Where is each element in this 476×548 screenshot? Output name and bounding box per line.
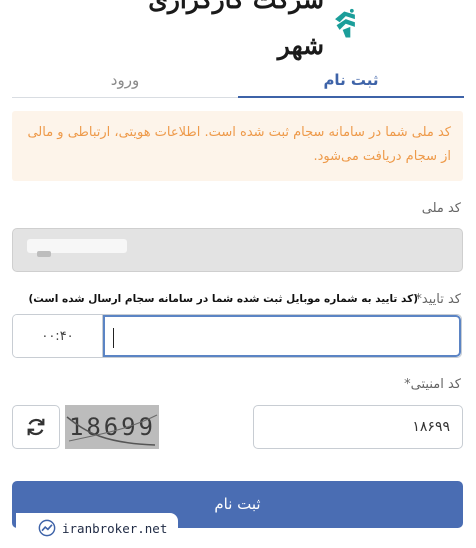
iranbroker-watermark: iranbroker.net: [16, 513, 178, 543]
national-id-label: کد ملی: [421, 201, 461, 216]
tab-signup[interactable]: ثبت نام: [238, 66, 464, 98]
captcha-refresh-button[interactable]: [12, 405, 60, 449]
notice-line-1: کد ملی شما در سامانه سجام ثبت شده است. ا…: [27, 125, 451, 140]
shahr-logo-mark-icon: [335, 8, 355, 38]
captcha-label-text: کد امنیتی: [410, 377, 461, 392]
chart-logo-icon: [38, 519, 56, 537]
auth-tabs: ثبت نام ورود: [12, 66, 464, 98]
watermark-text: iranbroker.net: [62, 520, 168, 536]
verification-label-text: کد تایید: [421, 292, 461, 307]
brand-name: شرکت کارگزاری شهر: [148, 0, 325, 60]
national-id-masked-mark: [37, 251, 51, 257]
notice-line-2: از سجام دریافت می‌شود.: [313, 149, 451, 164]
national-id-field: [12, 228, 463, 272]
resend-timer: ۰۰:۴۰: [13, 315, 103, 357]
signup-page: شرکت کارگزاری شهر ثبت نام ورود کد ملی شم…: [0, 0, 476, 548]
verification-code-input[interactable]: [103, 315, 461, 357]
tab-login[interactable]: ورود: [12, 66, 238, 98]
refresh-icon: [27, 418, 45, 436]
text-caret: [113, 328, 114, 348]
brand-logo: شرکت کارگزاری شهر: [148, 0, 358, 60]
captcha-label: کد امنیتی*: [404, 377, 461, 392]
verification-label: کد تایید*: [415, 292, 461, 307]
verification-hint: (کد تایید به شماره موبایل ثبت شده شما در…: [28, 293, 419, 305]
captcha-image: 18699: [65, 405, 159, 449]
verification-code-group: ۰۰:۴۰: [12, 314, 462, 358]
captcha-input[interactable]: ۱۸۶۹۹: [253, 405, 463, 449]
sejam-notice: کد ملی شما در سامانه سجام ثبت شده است. ا…: [12, 111, 463, 181]
